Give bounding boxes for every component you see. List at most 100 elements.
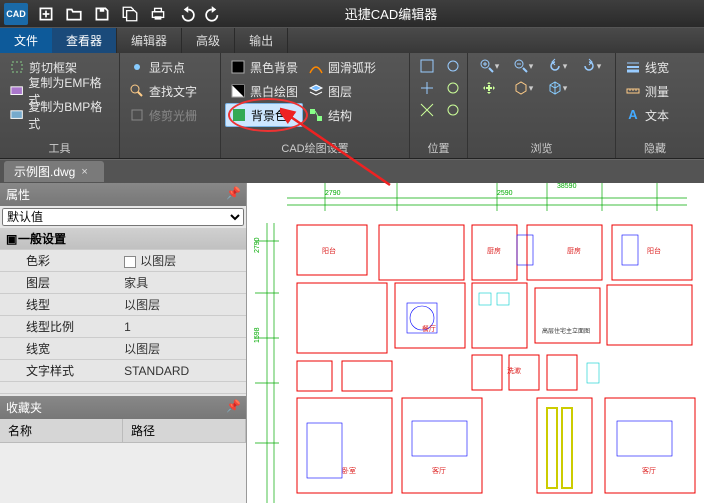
fav-col-name[interactable]: 名称 [0,419,123,442]
svg-text:2790: 2790 [325,190,341,197]
svg-text:客厅: 客厅 [642,466,656,475]
black-bg-button[interactable]: 黑色背景 [225,55,303,79]
cad-drawing: 2790 2590 38590 2790 1598 [247,183,704,503]
pos-tool-5[interactable] [415,100,439,120]
section-label: 一般设置 [18,232,66,246]
app-logo: CAD [4,3,28,25]
tab-document-label: 示例图.dwg [14,163,75,180]
linewidth-button[interactable]: 线宽 [620,55,690,79]
emf-icon [9,83,24,99]
zoom-out-button[interactable]: ▾ [507,56,539,76]
menu-file[interactable]: 文件 [0,28,52,53]
new-file-button[interactable] [32,2,60,26]
pos-tool-4[interactable] [441,78,465,98]
favorites-list [0,443,246,503]
smooth-arc-button[interactable]: 圆滑弧形 [303,55,381,79]
show-point-label: 显示点 [149,59,185,76]
bw-icon [230,83,246,99]
trim-raster-label: 修剪光栅 [149,107,197,124]
svg-text:38590: 38590 [557,183,577,190]
print-button[interactable] [144,2,172,26]
svg-text:高层住宅主立面图: 高层住宅主立面图 [542,327,590,335]
quick-access-toolbar [32,2,228,26]
measure-label: 测量 [645,83,669,100]
main-area: 属性 📌 默认值 ▣一般设置 色彩以图层 图层家具 线型以图层 线型比例1 线宽… [0,183,704,503]
menu-output[interactable]: 输出 [235,28,288,53]
svg-text:阳台: 阳台 [647,246,661,255]
properties-combo[interactable]: 默认值 [2,208,244,226]
left-panel: 属性 📌 默认值 ▣一般设置 色彩以图层 图层家具 线型以图层 线型比例1 线宽… [0,183,247,503]
ribbon-group-hide-label: 隐藏 [620,138,690,158]
svg-text:厨房: 厨房 [567,246,581,255]
svg-text:阳台: 阳台 [322,246,336,255]
pos-tool-3[interactable] [415,78,439,98]
save-all-button[interactable] [116,2,144,26]
crop-frame-label: 剪切框架 [29,59,77,76]
svg-text:餐厅: 餐厅 [422,324,436,333]
properties-title-label: 属性 [6,186,30,203]
prop-row-linetype[interactable]: 线型以图层 [0,294,246,316]
find-text-button[interactable]: 查找文字 [124,79,202,103]
menu-viewer[interactable]: 查看器 [52,28,117,53]
save-button[interactable] [88,2,116,26]
pin-icon[interactable]: 📌 [226,399,240,416]
bw-draw-button[interactable]: 黑白绘图 [225,79,303,103]
layer-icon [308,83,324,99]
prop-row-textstyle[interactable]: 文字样式STANDARD [0,360,246,382]
bg-color-button[interactable]: 背景色 [225,103,303,127]
ribbon-group-cad-settings: 黑色背景 黑白绘图 背景色 圆滑弧形 图层 结构 CAD绘图设置 [220,53,410,158]
measure-button[interactable]: 测量 [620,79,690,103]
svg-text:2590: 2590 [497,190,513,197]
redo-button[interactable] [200,2,228,26]
checkbox-icon[interactable] [124,256,136,268]
layer-label: 图层 [328,83,352,100]
pin-icon[interactable]: 📌 [226,186,240,203]
view-iso-button[interactable]: ▾ [541,78,573,98]
svg-text:卧室: 卧室 [342,466,356,475]
undo-button[interactable] [172,2,200,26]
search-icon [129,83,145,99]
ribbon-group-position-label: 位置 [414,138,463,158]
fav-col-path[interactable]: 路径 [123,419,246,442]
menu-advanced[interactable]: 高级 [182,28,235,53]
ribbon-group-hide: 线宽 测量 A文本 隐藏 [616,53,694,158]
ribbon-group-tools2: 显示点 查找文字 修剪光栅 [120,53,220,158]
show-point-button[interactable]: 显示点 [124,55,202,79]
svg-text:客厅: 客厅 [432,466,446,475]
prop-row-linescale[interactable]: 线型比例1 [0,316,246,338]
structure-button[interactable]: 结构 [303,103,381,127]
bg-color-label: 背景色 [251,107,287,124]
pos-tool-6[interactable] [441,100,465,120]
zoom-in-button[interactable]: ▾ [473,56,505,76]
pan-button[interactable] [473,78,505,98]
ruler-icon [625,83,641,99]
ribbon-group-tools-label: 工具 [4,138,115,158]
rotate-left-button[interactable]: ▾ [541,56,573,76]
prop-row-color[interactable]: 色彩以图层 [0,250,246,272]
trim-raster-button: 修剪光栅 [124,103,202,127]
prop-row-linewidth[interactable]: 线宽以图层 [0,338,246,360]
rotate-right-button[interactable]: ▾ [575,56,607,76]
bw-draw-label: 黑白绘图 [250,83,298,100]
open-file-button[interactable] [60,2,88,26]
text-button[interactable]: A文本 [620,103,690,127]
document-tabs: 示例图.dwg × [0,159,704,183]
copy-bmp-label: 复制为BMP格式 [28,98,110,132]
close-tab-icon[interactable]: × [81,166,87,178]
bmp-icon [9,107,24,123]
linewidth-label: 线宽 [645,59,669,76]
svg-text:厨房: 厨房 [487,246,501,255]
pos-tool-1[interactable] [415,56,439,76]
copy-bmp-button[interactable]: 复制为BMP格式 [4,103,115,127]
drawing-canvas[interactable]: 2790 2590 38590 2790 1598 [247,183,704,503]
menu-bar: 文件 查看器 编辑器 高级 输出 [0,27,704,53]
layer-button[interactable]: 图层 [303,79,381,103]
view-3d-button[interactable]: ▾ [507,78,539,98]
svg-text:洗漱: 洗漱 [507,366,521,375]
linewidth-icon [625,59,641,75]
prop-row-layer[interactable]: 图层家具 [0,272,246,294]
tab-document[interactable]: 示例图.dwg × [4,161,104,182]
ribbon-group-cad-label: CAD绘图设置 [225,138,405,158]
pos-tool-2[interactable] [441,56,465,76]
menu-editor[interactable]: 编辑器 [117,28,182,53]
